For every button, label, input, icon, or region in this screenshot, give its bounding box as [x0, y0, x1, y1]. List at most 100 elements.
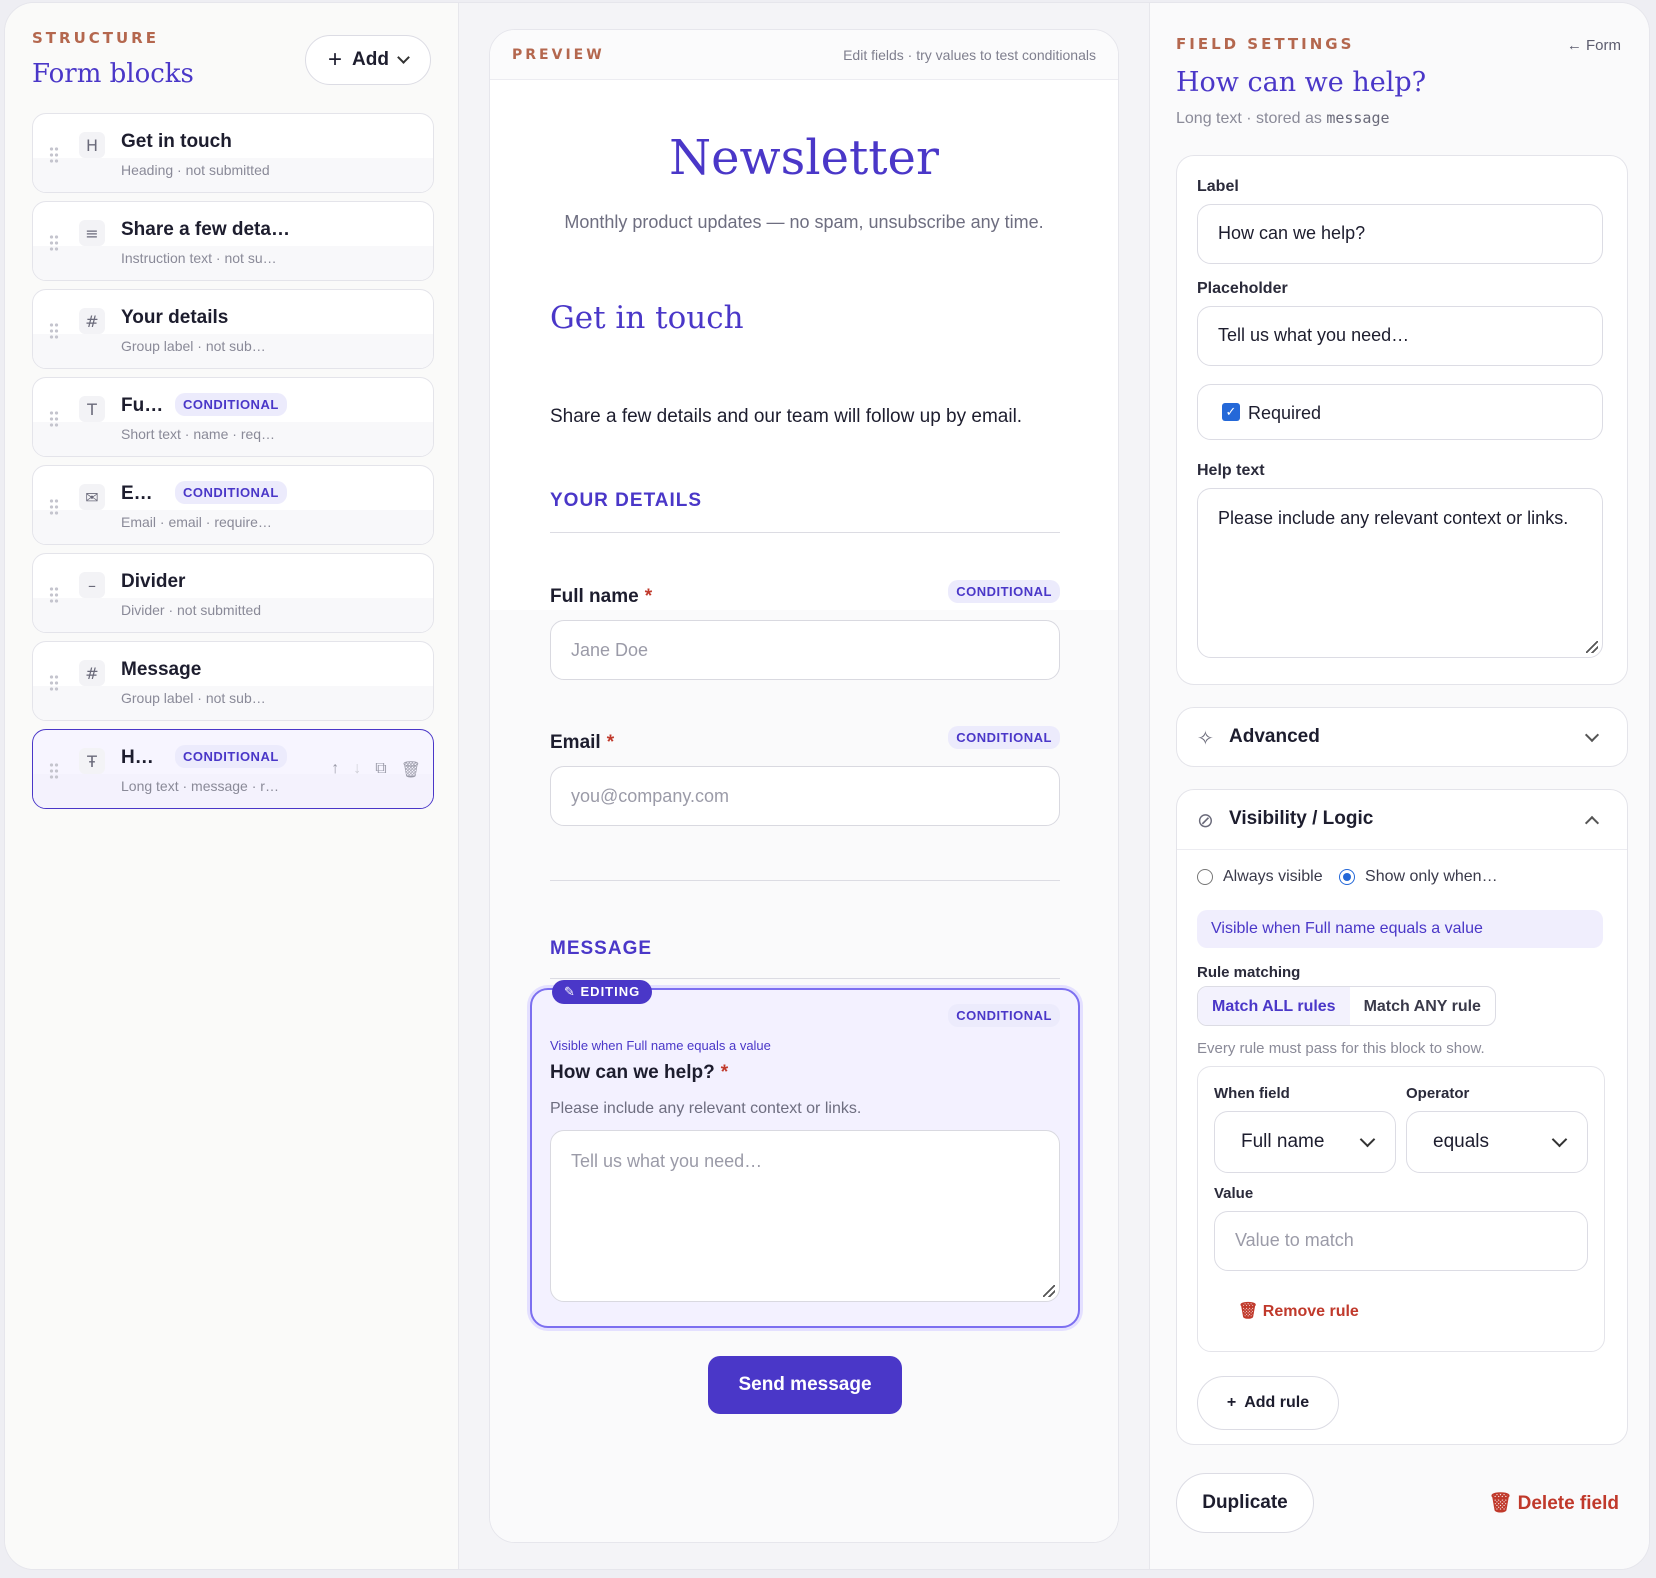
sparkle-icon: ✧ [1197, 728, 1214, 750]
trash-icon[interactable]: 🗑 [401, 760, 421, 780]
divider [550, 880, 1060, 881]
resize-handle-icon[interactable] [1043, 1285, 1055, 1297]
drag-handle-icon[interactable] [49, 322, 59, 340]
block-title: Divider [121, 571, 186, 592]
trash-icon: 🗑 [1238, 1303, 1259, 1320]
drag-handle-icon[interactable] [49, 498, 59, 516]
hash-icon: # [79, 308, 105, 334]
message-textarea[interactable]: Tell us what you need… [550, 1130, 1060, 1302]
block-subtitle: Instruction text · not su… [121, 250, 277, 266]
operator-select[interactable]: equals [1406, 1111, 1588, 1173]
always-visible-radio[interactable]: Always visible [1197, 868, 1323, 885]
radio-icon [1197, 868, 1213, 885]
settings-subtitle: Long text · stored as message [1176, 109, 1390, 127]
value-input[interactable]: Value to match [1214, 1211, 1588, 1271]
chevron-down-icon [1551, 1131, 1568, 1148]
settings-eyebrow: FIELD SETTINGS [1176, 35, 1355, 53]
checkbox-checked-icon[interactable]: ✓ [1222, 403, 1240, 421]
conditional-badge: CONDITIONAL [948, 1004, 1060, 1027]
when-field-select[interactable]: Full name [1214, 1111, 1396, 1173]
block-subtitle: Heading · not submitted [121, 162, 270, 178]
add-block-button[interactable]: + Add [305, 35, 431, 85]
move-up-icon[interactable]: ↑ [331, 760, 339, 780]
block-title: Message [121, 659, 202, 680]
conditional-badge: CONDITIONAL [175, 745, 287, 768]
drag-handle-icon[interactable] [49, 234, 59, 252]
preview-card: PREVIEW Edit fields · try values to test… [489, 29, 1119, 1543]
block-item-selected[interactable]: Ŧ H… CONDITIONAL Long text · message · r… [32, 729, 434, 809]
help-text-label: Help text [1197, 462, 1265, 479]
label-input[interactable]: How can we help? [1197, 204, 1603, 264]
help-text-textarea[interactable]: Please include any relevant context or l… [1197, 488, 1603, 658]
remove-rule-button[interactable]: 🗑 Remove rule [1238, 1301, 1359, 1321]
duplicate-icon[interactable]: ⧉ [375, 760, 386, 780]
conditional-badge: CONDITIONAL [948, 726, 1060, 749]
full-name-label: Full name * [550, 586, 653, 607]
block-item[interactable]: H Get in touch Heading · not submitted [32, 113, 434, 193]
when-field-label: When field [1214, 1085, 1290, 1102]
drag-handle-icon[interactable] [49, 762, 59, 780]
structure-title: Form blocks [32, 59, 194, 89]
label-label: Label [1197, 178, 1239, 195]
preview-panel: PREVIEW Edit fields · try values to test… [459, 3, 1149, 1569]
drag-handle-icon[interactable] [49, 146, 59, 164]
editing-field[interactable]: ✎ EDITING CONDITIONAL Visible when Full … [530, 980, 1080, 1328]
email-input[interactable]: you@company.com [550, 766, 1060, 826]
plus-icon: + [328, 46, 343, 73]
group-label-message: MESSAGE [550, 938, 653, 959]
required-toggle[interactable]: ✓ Required [1197, 384, 1603, 440]
structure-eyebrow: STRUCTURE [32, 29, 159, 47]
back-to-form-link[interactable]: ← Form [1567, 37, 1621, 54]
group-label-details: YOUR DETAILS [550, 490, 703, 511]
block-item[interactable]: ✉ E… CONDITIONAL Email · email · require… [32, 465, 434, 545]
block-item[interactable]: T Fu… CONDITIONAL Short text · name · re… [32, 377, 434, 457]
drag-handle-icon[interactable] [49, 410, 59, 428]
mail-icon: ✉ [79, 484, 105, 510]
send-message-button[interactable]: Send message [708, 1356, 902, 1414]
form-instruction: Share a few details and our team will fo… [550, 406, 1023, 427]
add-label: Add [352, 49, 389, 70]
hash-icon: # [79, 660, 105, 686]
visibility-accordion: ⊘ Visibility / Logic Always visible Show… [1176, 789, 1628, 1445]
plus-icon: + [1226, 1394, 1237, 1411]
drag-handle-icon[interactable] [49, 586, 59, 604]
visibility-options: Always visible Show only when… [1197, 868, 1498, 886]
divider-icon: – [79, 572, 105, 598]
radio-selected-icon [1339, 868, 1356, 885]
resize-handle-icon[interactable] [1586, 641, 1598, 653]
visibility-header[interactable]: ⊘ Visibility / Logic [1177, 790, 1627, 850]
block-item[interactable]: # Message Group label · not sub… [32, 641, 434, 721]
advanced-title: Advanced [1229, 726, 1320, 747]
block-title: H… [121, 747, 154, 768]
block-item[interactable]: – Divider Divider · not submitted [32, 553, 434, 633]
block-item[interactable]: ≡ Share a few deta… Instruction text · n… [32, 201, 434, 281]
placeholder-label: Placeholder [1197, 280, 1288, 297]
placeholder-input[interactable]: Tell us what you need… [1197, 306, 1603, 366]
divider [550, 532, 1060, 533]
email-label: Email * [550, 732, 615, 753]
match-any-option[interactable]: Match ANY rule [1350, 987, 1495, 1025]
value-label: Value [1214, 1185, 1254, 1202]
conditional-badge: CONDITIONAL [175, 393, 287, 416]
heading-icon: H [79, 132, 105, 158]
message-label: How can we help? * [550, 1062, 729, 1083]
block-subtitle: Divider · not submitted [121, 602, 262, 618]
visibility-note: Visible when Full name equals a value [550, 1038, 771, 1053]
duplicate-button[interactable]: Duplicate [1176, 1473, 1314, 1533]
app-window: STRUCTURE Form blocks + Add H Get in tou… [4, 2, 1650, 1570]
block-item[interactable]: # Your details Group label · not sub… [32, 289, 434, 369]
full-name-input[interactable]: Jane Doe [550, 620, 1060, 680]
preview-header: PREVIEW Edit fields · try values to test… [490, 30, 1118, 80]
add-rule-button[interactable]: + Add rule [1197, 1376, 1339, 1430]
block-subtitle: Group label · not sub… [121, 690, 266, 706]
block-actions: ↑ ↓ ⧉ 🗑 [331, 760, 421, 780]
advanced-accordion[interactable]: ✧ Advanced [1176, 707, 1628, 767]
drag-handle-icon[interactable] [49, 674, 59, 692]
divider [550, 978, 1060, 979]
delete-field-button[interactable]: 🗑 Delete field [1488, 1491, 1619, 1515]
show-only-when-radio[interactable]: Show only when… [1339, 868, 1498, 885]
match-all-option[interactable]: Match ALL rules [1198, 987, 1350, 1025]
move-down-icon[interactable]: ↓ [353, 760, 361, 780]
conditional-badge: CONDITIONAL [175, 481, 287, 504]
chevron-up-icon [1584, 815, 1600, 831]
